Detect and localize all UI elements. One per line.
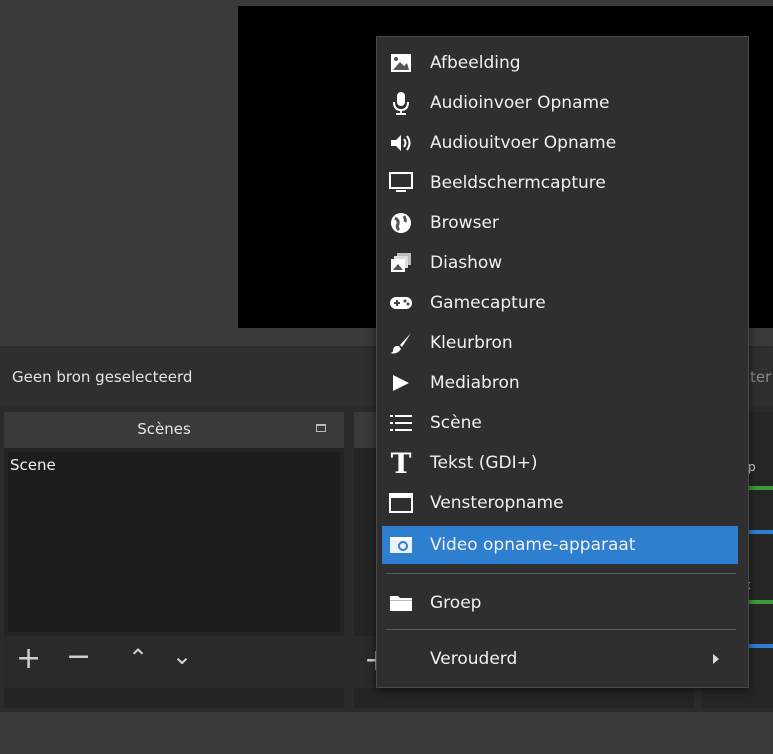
no-source-label: Geen bron geselecteerd — [12, 368, 193, 386]
menu-item-image[interactable]: Afbeelding — [382, 44, 738, 82]
menu-item-window-capture[interactable]: Vensteropname — [382, 484, 738, 522]
menu-separator — [386, 629, 736, 630]
move-down-icon[interactable]: ⌄ — [172, 644, 192, 668]
menu-item-label: Tekst (GDI+) — [430, 453, 538, 473]
scene-list[interactable] — [8, 452, 340, 632]
menu-item-label: Mediabron — [430, 373, 520, 393]
scenes-title: Scènes — [137, 420, 191, 438]
menu-item-display-capture[interactable]: Beeldschermcapture — [382, 164, 738, 202]
blank-icon-slot — [388, 646, 414, 672]
play-icon — [388, 370, 414, 396]
microphone-icon — [388, 90, 414, 116]
menu-item-audio-output[interactable]: Audiouitvoer Opname — [382, 124, 738, 162]
image-icon — [388, 50, 414, 76]
menu-item-label: Gamecapture — [430, 293, 546, 313]
menu-item-label: Diashow — [430, 253, 503, 273]
gamepad-icon — [388, 290, 414, 316]
monitor-icon — [388, 170, 414, 196]
menu-item-group[interactable]: Groep — [382, 584, 738, 622]
menu-separator — [386, 573, 736, 574]
brush-icon — [388, 330, 414, 356]
scenes-toolbar: + − ⌃ ⌄ — [4, 636, 344, 688]
menu-item-label: Browser — [430, 213, 499, 233]
menu-item-browser[interactable]: Browser — [382, 204, 738, 242]
camera-icon — [388, 532, 414, 558]
menu-item-scene[interactable]: Scène — [382, 404, 738, 442]
menu-item-label: Groep — [430, 593, 482, 613]
folder-icon — [388, 590, 414, 616]
menu-item-label: Audiouitvoer Opname — [430, 133, 617, 153]
window-icon — [388, 490, 414, 516]
scene-list-item[interactable]: Scene — [10, 456, 56, 474]
menu-item-video-capture-device[interactable]: Video opname-apparaat — [382, 526, 738, 564]
menu-item-label: Video opname-apparaat — [430, 535, 636, 555]
menu-item-label: Kleurbron — [430, 333, 513, 353]
globe-icon — [388, 210, 414, 236]
truncated-label: ter — [750, 368, 772, 386]
bottom-strip — [0, 712, 773, 754]
text-icon: T — [390, 446, 412, 480]
menu-item-slideshow[interactable]: Diashow — [382, 244, 738, 282]
menu-item-label: Vensteropname — [430, 493, 564, 513]
menu-item-label: Afbeelding — [430, 53, 521, 73]
menu-item-audio-input[interactable]: Audioinvoer Opname — [382, 84, 738, 122]
menu-item-label: Beeldschermcapture — [430, 173, 606, 193]
remove-icon[interactable]: − — [66, 642, 91, 672]
menu-item-color-source[interactable]: Kleurbron — [382, 324, 738, 362]
menu-item-game-capture[interactable]: Gamecapture — [382, 284, 738, 322]
slideshow-icon — [388, 250, 414, 276]
menu-item-deprecated[interactable]: Verouderd — [382, 640, 738, 678]
speaker-icon — [388, 130, 414, 156]
list-icon — [388, 410, 414, 436]
move-up-icon[interactable]: ⌃ — [128, 646, 148, 670]
submenu-arrow-icon — [713, 654, 719, 664]
menu-item-label: Verouderd — [430, 649, 518, 669]
add-icon[interactable]: + — [16, 644, 41, 674]
float-dock-icon[interactable] — [316, 424, 326, 432]
menu-item-label: Audioinvoer Opname — [430, 93, 610, 113]
menu-item-media-source[interactable]: Mediabron — [382, 364, 738, 402]
menu-item-label: Scène — [430, 413, 482, 433]
menu-item-text[interactable]: T Tekst (GDI+) — [382, 444, 738, 482]
